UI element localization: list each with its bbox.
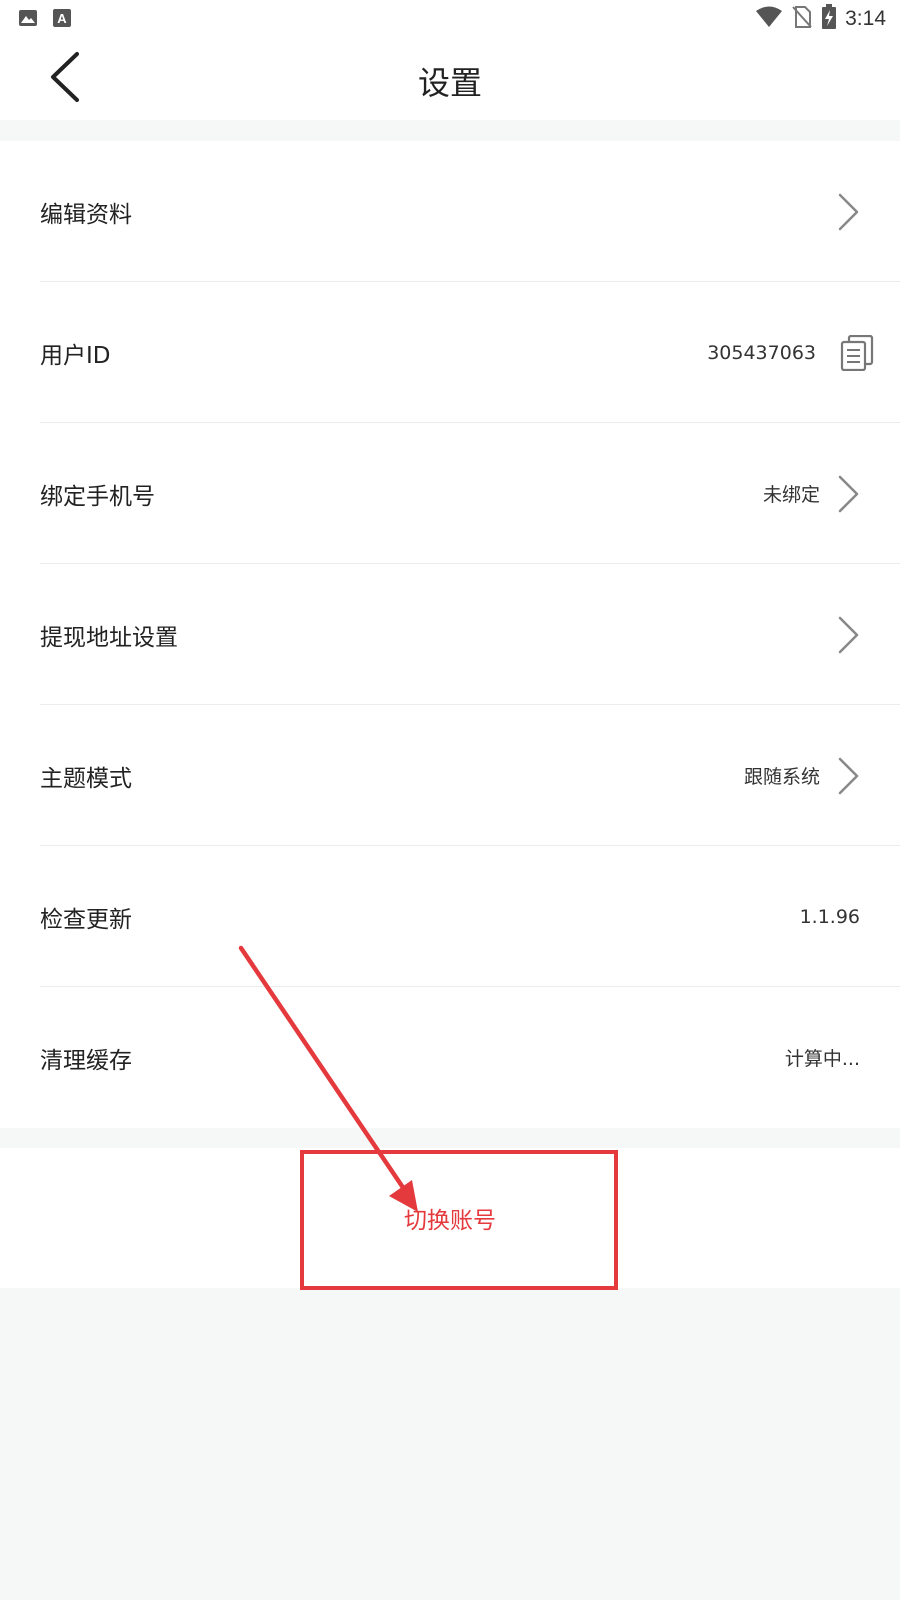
settings-list: 编辑资料 用户ID 305437063 绑定手机号 未绑定 提现地址设置 主题模… [0, 141, 900, 1128]
status-left: A [18, 8, 72, 32]
clear-cache-row[interactable]: 清理缓存 计算中... [0, 987, 900, 1128]
row-right: 未绑定 [763, 423, 860, 564]
edit-profile-row[interactable]: 编辑资料 [0, 141, 900, 282]
row-right [836, 141, 860, 282]
row-label: 绑定手机号 [40, 483, 155, 510]
cache-size-value: 计算中... [784, 1048, 860, 1070]
bind-phone-row[interactable]: 绑定手机号 未绑定 [0, 423, 900, 564]
row-right: 计算中... [785, 987, 860, 1128]
row-label: 主题模式 [40, 765, 132, 792]
status-right: 3:14 [755, 4, 886, 34]
user-id-value: 305437063 [707, 341, 816, 364]
svg-text:A: A [57, 11, 67, 26]
chevron-right-icon [836, 615, 860, 655]
copy-icon[interactable] [838, 333, 876, 373]
row-label: 提现地址设置 [40, 624, 178, 651]
withdraw-address-row[interactable]: 提现地址设置 [0, 564, 900, 705]
row-right [836, 564, 860, 705]
switch-account-label: 切换账号 [404, 1208, 496, 1234]
row-label: 编辑资料 [40, 201, 132, 228]
row-label: 检查更新 [40, 906, 132, 933]
status-bar: A 3:14 [0, 0, 900, 36]
nav-bar: 设置 [0, 36, 900, 120]
chevron-right-icon [836, 192, 860, 232]
bind-phone-value: 未绑定 [762, 484, 820, 506]
switch-account-button[interactable]: 切换账号 [0, 1148, 900, 1288]
user-id-row: 用户ID 305437063 [0, 282, 900, 423]
version-value: 1.1.96 [799, 905, 860, 928]
no-sim-icon [791, 5, 813, 33]
font-a-icon: A [52, 8, 72, 32]
chevron-right-icon [836, 474, 860, 514]
status-time: 3:14 [845, 7, 886, 30]
row-right: 跟随系统 [744, 705, 860, 846]
row-label: 用户ID [40, 342, 111, 369]
battery-charging-icon [821, 4, 837, 34]
page-title: 设置 [417, 64, 482, 102]
check-update-row[interactable]: 检查更新 1.1.96 [0, 846, 900, 987]
row-right: 1.1.96 [800, 846, 860, 987]
row-right: 305437063 [707, 282, 876, 423]
wifi-icon [755, 5, 783, 33]
row-label: 清理缓存 [40, 1047, 132, 1074]
chevron-right-icon [836, 756, 860, 796]
image-icon [18, 8, 38, 32]
theme-mode-value: 跟随系统 [743, 766, 820, 788]
settings-screen: A 3:14 设置 编辑资料 用户ID 305437063 绑定手机号 未绑定 … [0, 0, 900, 1600]
theme-mode-row[interactable]: 主题模式 跟随系统 [0, 705, 900, 846]
